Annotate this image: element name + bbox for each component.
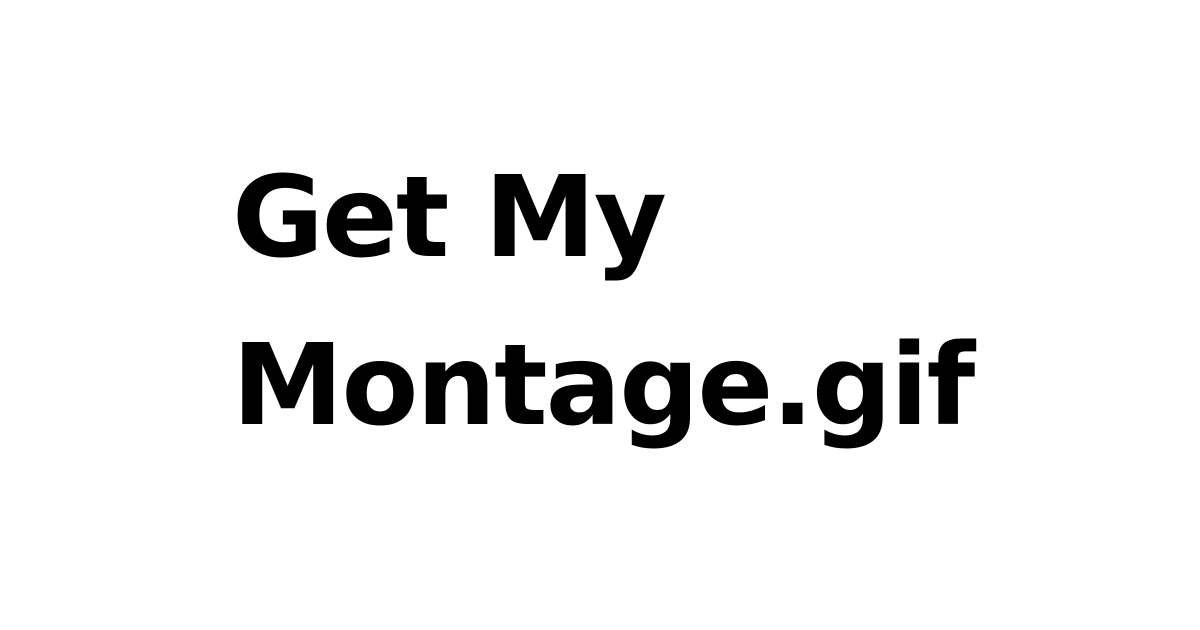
title-line-2: Montage.gif: [232, 321, 975, 451]
title-line-1: Get My: [232, 153, 667, 283]
title-card: Get My Montage.gif: [0, 0, 1200, 630]
